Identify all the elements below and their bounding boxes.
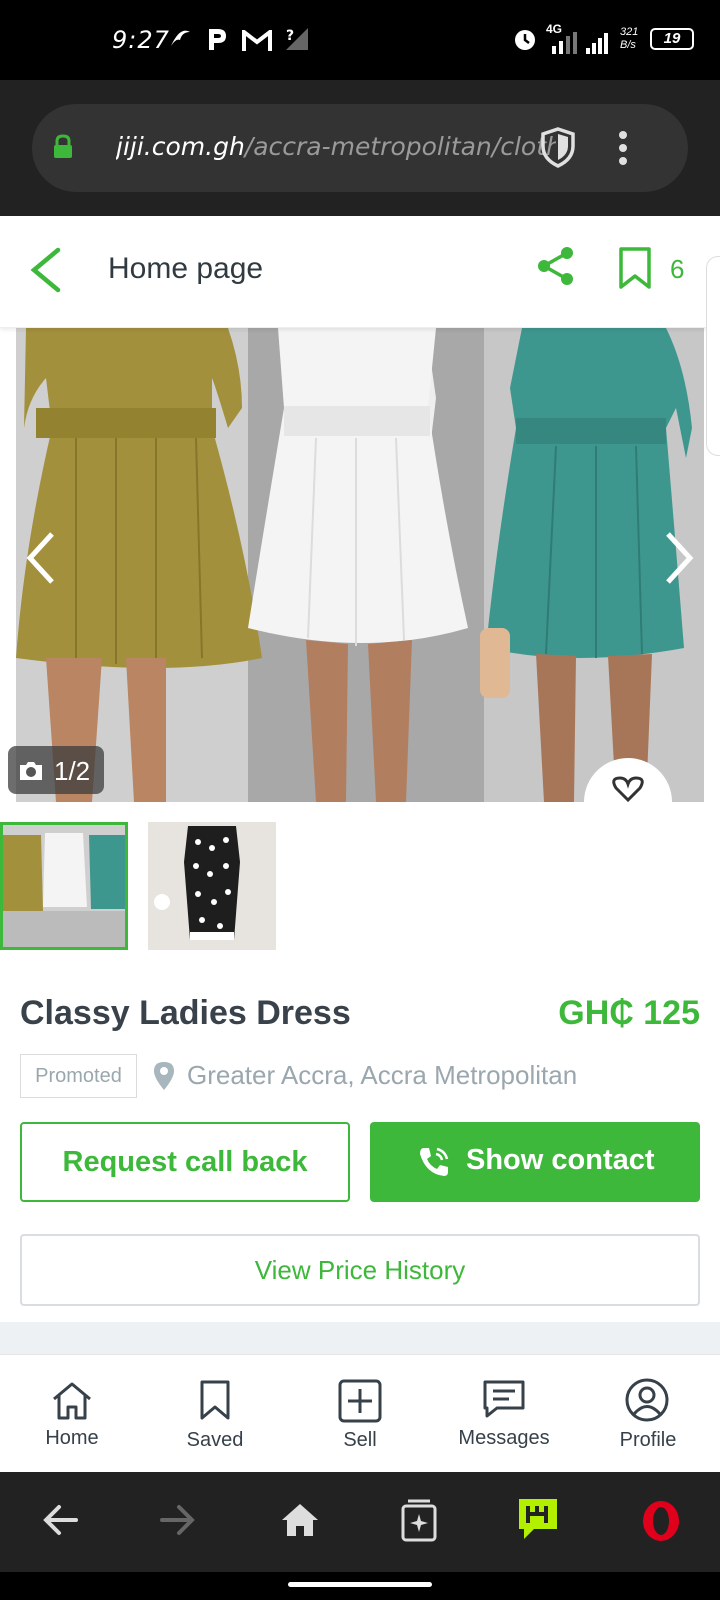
message-icon xyxy=(482,1379,526,1424)
plus-box-icon xyxy=(338,1379,382,1428)
side-handle[interactable] xyxy=(706,256,720,456)
nav-sell-label: Sell xyxy=(343,1429,377,1451)
promoted-badge: Promoted xyxy=(20,1054,137,1098)
product-title: Classy Ladies Dress xyxy=(20,994,351,1032)
nav-messages-label: Messages xyxy=(458,1427,550,1449)
next-image-arrow[interactable] xyxy=(662,528,698,593)
view-price-history-button[interactable]: View Price History xyxy=(20,1234,700,1306)
thumbnail-1[interactable] xyxy=(0,822,128,950)
phone-call-icon xyxy=(416,1144,452,1188)
status-time: 9:27 xyxy=(112,26,170,54)
nav-saved[interactable]: Saved xyxy=(155,1355,275,1471)
url-path: /accra-metropolitan/clothing xyxy=(244,132,556,161)
thumbnail-2[interactable] xyxy=(148,822,276,950)
lock-icon xyxy=(52,134,74,165)
nav-home[interactable]: Home xyxy=(12,1355,132,1471)
section-divider xyxy=(0,1322,720,1354)
shield-icon[interactable] xyxy=(540,126,576,173)
data-speed: 321 B/s xyxy=(620,26,639,51)
home-icon xyxy=(50,1381,94,1426)
no-signal-icon: ? xyxy=(284,26,310,59)
gesture-bar[interactable] xyxy=(288,1582,432,1587)
nav-profile-label: Profile xyxy=(619,1429,677,1451)
browser-address-area: jiji.com.gh/accra-metropolitan/clothing xyxy=(0,80,720,216)
thumbnail-1-image xyxy=(3,825,125,947)
camera-icon xyxy=(18,758,44,789)
thumbnail-2-image xyxy=(148,822,276,950)
back-arrow-icon[interactable] xyxy=(28,246,62,299)
dress-photo xyxy=(16,328,704,802)
nav-messages[interactable]: Messages xyxy=(444,1355,564,1471)
location-pin-icon xyxy=(152,1060,176,1097)
svg-text:?: ? xyxy=(286,28,294,44)
location-text: Greater Accra, Accra Metropolitan xyxy=(187,1060,578,1090)
photo-counter: 1/2 xyxy=(8,746,104,794)
profile-icon xyxy=(624,1377,670,1428)
browser-back-icon[interactable] xyxy=(42,1504,78,1541)
nav-profile[interactable]: Profile xyxy=(588,1355,708,1471)
show-contact-button[interactable]: Show contact xyxy=(370,1122,700,1202)
bookmark-nav-icon xyxy=(199,1379,231,1426)
battery-icon: 19 xyxy=(650,28,694,50)
browser-forward-icon[interactable] xyxy=(160,1504,196,1541)
alarm-icon xyxy=(512,26,538,59)
share-icon[interactable] xyxy=(536,246,576,291)
p-notification-icon xyxy=(206,26,228,59)
nav-sell[interactable]: Sell xyxy=(300,1355,420,1471)
more-menu-icon[interactable] xyxy=(618,130,628,171)
favorite-heart-icon[interactable] xyxy=(612,776,644,802)
request-call-back-button[interactable]: Request call back xyxy=(20,1122,350,1202)
browser-toolbar xyxy=(0,1472,720,1572)
address-bar[interactable]: jiji.com.gh/accra-metropolitan/clothing xyxy=(32,104,688,192)
prev-image-arrow[interactable] xyxy=(22,528,58,593)
app-header: Home page 6 xyxy=(0,216,720,456)
status-bar: 9:27 ? 4G 321 B/s 19 xyxy=(0,0,720,80)
bottom-navigation: Home Saved Sell Messages Profile xyxy=(0,1354,720,1470)
product-image[interactable] xyxy=(16,328,704,802)
gmail-icon xyxy=(242,27,272,59)
show-contact-label: Show contact xyxy=(466,1144,655,1176)
tabs-icon[interactable] xyxy=(400,1498,438,1547)
signal-icon-1 xyxy=(548,30,582,61)
game-app-icon[interactable] xyxy=(516,1496,560,1547)
product-price: GH₵ 125 xyxy=(558,994,700,1032)
nav-home-label: Home xyxy=(45,1427,99,1449)
nav-saved-label: Saved xyxy=(186,1429,244,1451)
saved-count: 6 xyxy=(670,254,685,284)
page-title: Home page xyxy=(108,252,264,285)
browser-home-icon[interactable] xyxy=(280,1502,320,1543)
notification-app-icon xyxy=(168,26,192,59)
photo-counter-text: 1/2 xyxy=(54,756,91,786)
url-domain: jiji.com.gh xyxy=(116,132,245,161)
bookmark-icon[interactable] xyxy=(618,246,652,295)
gesture-area xyxy=(0,1572,720,1600)
signal-icon-2 xyxy=(584,30,612,61)
opera-icon[interactable] xyxy=(640,1498,682,1549)
url-text[interactable]: jiji.com.gh/accra-metropolitan/clothing xyxy=(116,132,556,161)
